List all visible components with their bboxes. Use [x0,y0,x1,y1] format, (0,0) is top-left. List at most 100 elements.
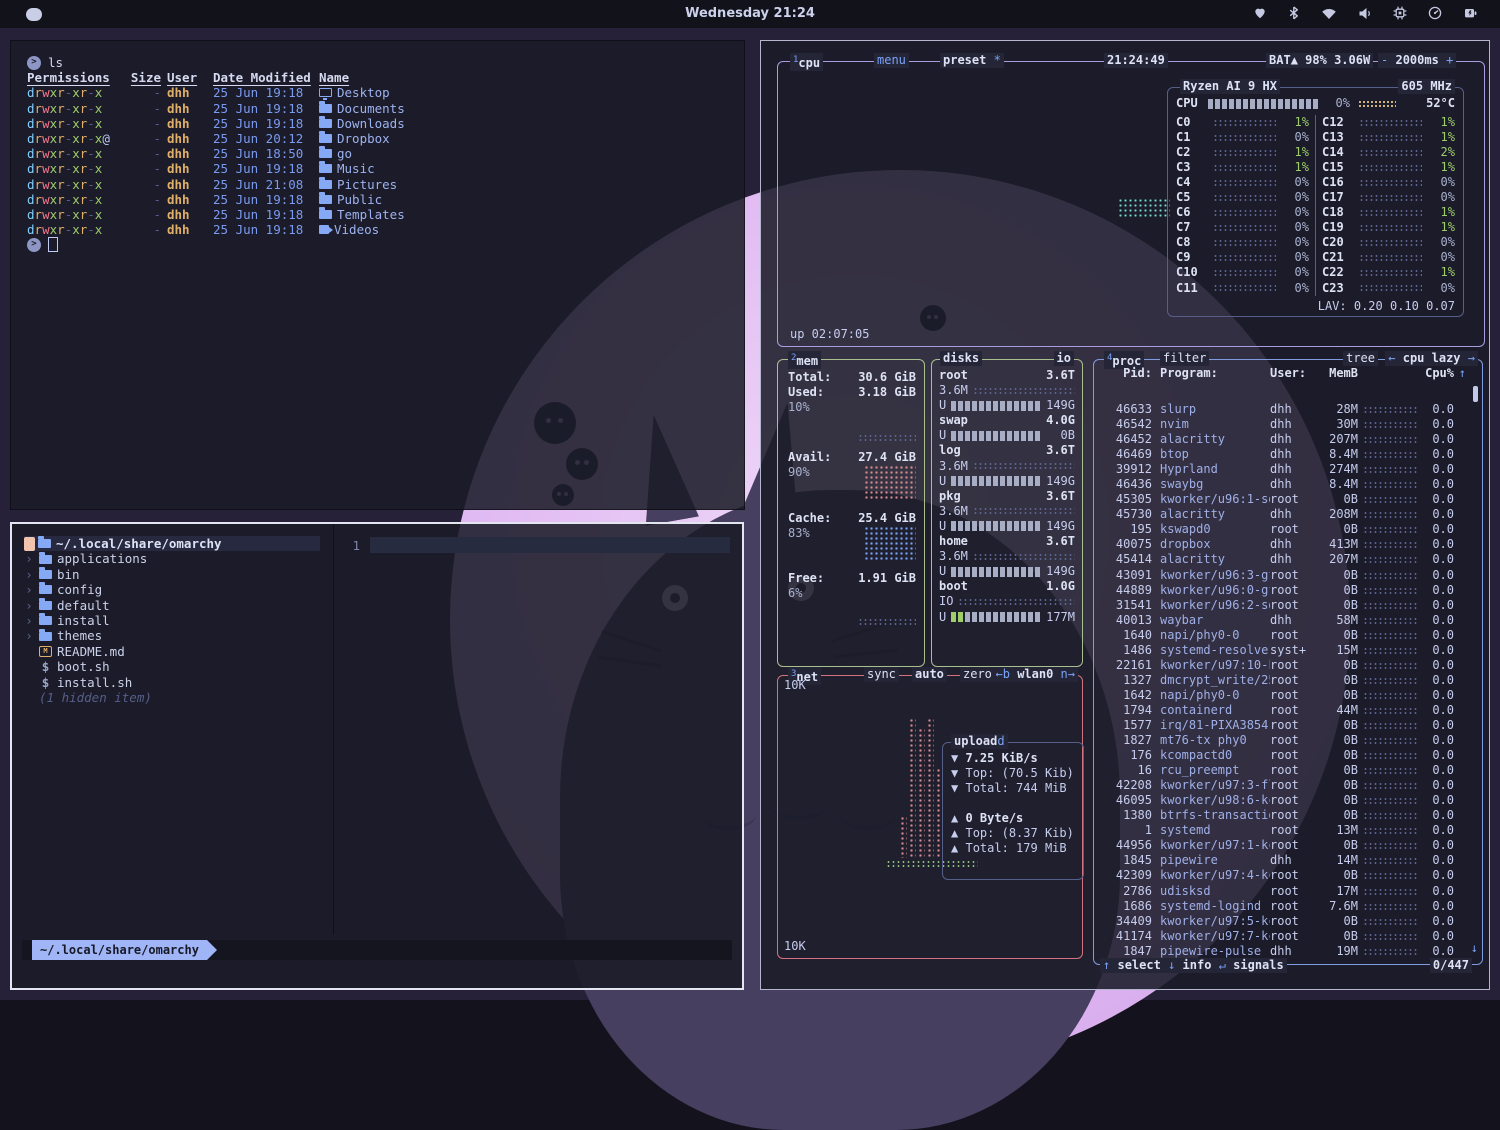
process-row[interactable]: 176kcompactd0 root0B 0.0 [1100,748,1466,763]
command-text: ls [48,55,63,70]
process-row[interactable]: 34409kworker/u97:5-kc root0B 0.0 [1100,914,1466,929]
process-row[interactable]: 39912Hyprland dhh274M 0.0 [1100,462,1466,477]
interval-control[interactable]: - 2000ms + [1378,53,1456,68]
process-row[interactable]: 1845pipewire dhh14M 0.0 [1100,853,1466,868]
tab-cpu[interactable]: 1cpu [790,53,823,71]
process-row[interactable]: 46452alacritty dhh207M 0.0 [1100,432,1466,447]
process-row[interactable]: 1642napi/phy0-0 root0B 0.0 [1100,688,1466,703]
wifi-icon[interactable] [1321,7,1337,20]
net-zero-toggle[interactable]: zero [960,667,995,682]
battery-icon[interactable] [1463,6,1478,20]
menu-button[interactable]: menu [874,53,909,68]
process-row[interactable]: 46469btop dhh8.4M 0.0 [1100,447,1466,462]
net-panel-title[interactable]: uploadd [951,734,1008,749]
process-row[interactable]: 46542nvim dhh30M 0.0 [1100,417,1466,432]
proc-scroll-down-icon[interactable]: ↓ [1471,941,1478,956]
process-row[interactable]: 46633slurp dhh28M 0.0 [1100,402,1466,417]
folder-icon [39,570,52,579]
cpu-chip-icon[interactable] [1393,6,1407,20]
process-row[interactable]: 44889kworker/u96:0-gf root0B 0.0 [1100,583,1466,598]
disk-entry-pkg: pkg3.6T [939,489,1075,504]
process-row[interactable]: 43091kworker/u96:3-gf root0B 0.0 [1100,568,1466,583]
net-interface-switcher[interactable]: ←b wlan0 n→ [993,667,1079,682]
cpu-core-row: C2 1% [1176,145,1309,160]
proc-footer-keys[interactable]: ↑ select ↓ info ↵ signals [1100,958,1287,973]
process-row[interactable]: 1640napi/phy0-0 root0B 0.0 [1100,628,1466,643]
process-row[interactable]: 40013waybar dhh58M 0.0 [1100,613,1466,628]
tree-item-boot.sh[interactable]: $boot.sh [24,659,342,674]
terminal-window-ls[interactable]: > ls Permissions Size User Date Modified… [10,40,745,510]
net-download-graph [900,816,907,858]
tree-item-default[interactable]: ›default [24,598,342,613]
proc-filter-button[interactable]: filter [1160,351,1209,366]
net-auto-toggle[interactable]: auto [912,667,947,682]
process-row[interactable]: 1486systemd-resolve syst+15M 0.0 [1100,643,1466,658]
tree-item-themes[interactable]: ›themes [24,628,342,643]
cpu-core-row: C19 1% [1322,220,1455,235]
process-row[interactable]: 46436swaybg dhh8.4M 0.0 [1100,477,1466,492]
process-row[interactable]: 1380btrfs-transactio root0B 0.0 [1100,808,1466,823]
tree-item-applications[interactable]: ›applications [24,551,342,566]
cpu-core-row: C8 0% [1176,235,1309,250]
pane-divider[interactable] [333,524,334,934]
proc-sort-switcher[interactable]: ← cpu lazy → [1385,351,1478,366]
proc-tree-toggle[interactable]: tree [1343,351,1378,366]
cpu-core-row: C21 0% [1322,250,1455,265]
process-row[interactable]: 195kswapd0 root0B 0.0 [1100,522,1466,537]
cpu-core-row: C14 2% [1322,145,1455,160]
tree-item-install.sh[interactable]: $install.sh [24,675,342,690]
preset-button[interactable]: preset * [940,53,1004,68]
upload-total: ▲ Total: 179 MiB [951,841,1074,856]
process-row[interactable]: 1327dmcrypt_write/25 root0B 0.0 [1100,673,1466,688]
shell-prompt-empty[interactable]: > [27,237,728,252]
tab-mem[interactable]: 2mem [788,351,821,369]
editor-line-number: 1 [334,538,360,553]
cpu-temp-graph [1358,100,1396,108]
process-row[interactable]: 44956kworker/u97:1-kc root0B 0.0 [1100,838,1466,853]
process-row[interactable]: 31541kworker/u96:2-sd root0B 0.0 [1100,598,1466,613]
process-row[interactable]: 1827mt76-tx phy0 root0B 0.0 [1100,733,1466,748]
tree-item-install[interactable]: ›install [24,613,342,628]
process-row[interactable]: 41174kworker/u97:7-kc root0B 0.0 [1100,929,1466,944]
process-row[interactable]: 1systemd root13M 0.0 [1100,823,1466,838]
cpu-core-row: C23 0% [1322,281,1455,296]
tree-item-bin[interactable]: ›bin [24,567,342,582]
tree-item-README.md[interactable]: MREADME.md [24,644,342,659]
tree-root-row[interactable]: ~/.local/share/omarchy [24,536,320,551]
disks-io-toggle[interactable]: io [1054,351,1074,366]
process-row[interactable]: 1794containerd root44M 0.0 [1100,703,1466,718]
chevron-right-icon: › [24,551,34,566]
tree-item-config[interactable]: ›config [24,582,342,597]
process-row[interactable]: 42208kworker/u97:3-fl root0B 0.0 [1100,778,1466,793]
bluetooth-icon[interactable] [1288,6,1300,20]
volume-icon[interactable] [1358,7,1372,20]
packages-icon[interactable] [1253,6,1267,20]
process-row[interactable]: 46095kworker/u98:6-kc root0B 0.0 [1100,793,1466,808]
net-sync-toggle[interactable]: sync [864,667,899,682]
prompt-arrow-icon: > [27,56,41,70]
file-manager-window[interactable]: ~/.local/share/omarchy ›applications›bin… [10,522,744,990]
process-row[interactable]: 1847pipewire-pulse dhh19M 0.0 [1100,944,1466,959]
net-download-graph [918,728,925,858]
process-row[interactable]: 1686systemd-logind root7.6M 0.0 [1100,899,1466,914]
cpu-core-row: C17 0% [1322,190,1455,205]
download-top: ▼ Top: (70.5 Kib) [951,766,1074,781]
cpu-core-row: C12 1% [1322,115,1455,130]
process-row[interactable]: 40075dropbox dhh413M 0.0 [1100,537,1466,552]
desktop-icon [319,88,332,97]
cpu-core-row: C15 1% [1322,160,1455,175]
process-row[interactable]: 42309kworker/u97:4-kc root0B 0.0 [1100,868,1466,883]
top-status-bar: Wednesday 21:24 [0,0,1500,28]
process-row[interactable]: 22161kworker/u97:10-k root0B 0.0 [1100,658,1466,673]
process-row[interactable]: 2786udisksd root17M 0.0 [1100,884,1466,899]
folder-icon [319,210,332,219]
process-row[interactable]: 16rcu_preempt root0B 0.0 [1100,763,1466,778]
process-row[interactable]: 45730alacritty dhh208M 0.0 [1100,507,1466,522]
cpu-total-meter [1208,99,1320,109]
proc-scrollbar-thumb[interactable] [1473,386,1478,402]
gauge-icon[interactable] [1428,6,1442,20]
process-row[interactable]: 1577irq/81-PIXA3854: root0B 0.0 [1100,718,1466,733]
btop-window[interactable]: 1cpu menu preset * 21:24:49 BAT▲ 98% 3.0… [760,40,1490,990]
process-row[interactable]: 45414alacritty dhh207M 0.0 [1100,552,1466,567]
process-row[interactable]: 45305kworker/u96:1-sd root0B 0.0 [1100,492,1466,507]
